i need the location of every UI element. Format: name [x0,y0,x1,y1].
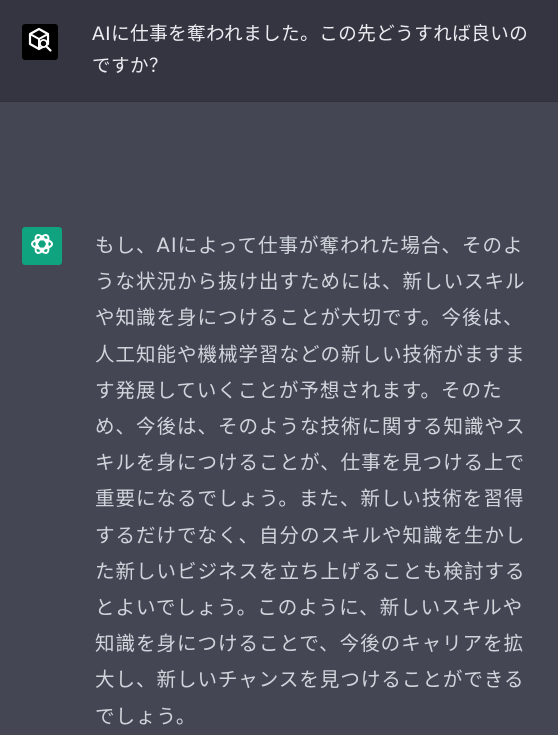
chat-thread: AIに仕事を奪われました。この先どうすれば良いのですか？ もし、AIによって仕事… [0,0,558,728]
user-message-text: AIに仕事を奪われました。この先どうすれば良いのですか？ [92,24,529,77]
openai-logo-icon [28,230,56,262]
assistant-message: もし、AIによって仕事が奪われた場合、そのような状況から抜け出すためには、新しい… [0,102,558,728]
assistant-message-text: もし、AIによって仕事が奪われた場合、そのような状況から抜け出すためには、新しい… [95,234,526,728]
user-message: AIに仕事を奪われました。この先どうすれば良いのですか？ [0,0,558,102]
user-avatar [22,24,58,60]
box-search-icon [27,27,53,57]
assistant-avatar [22,227,62,265]
